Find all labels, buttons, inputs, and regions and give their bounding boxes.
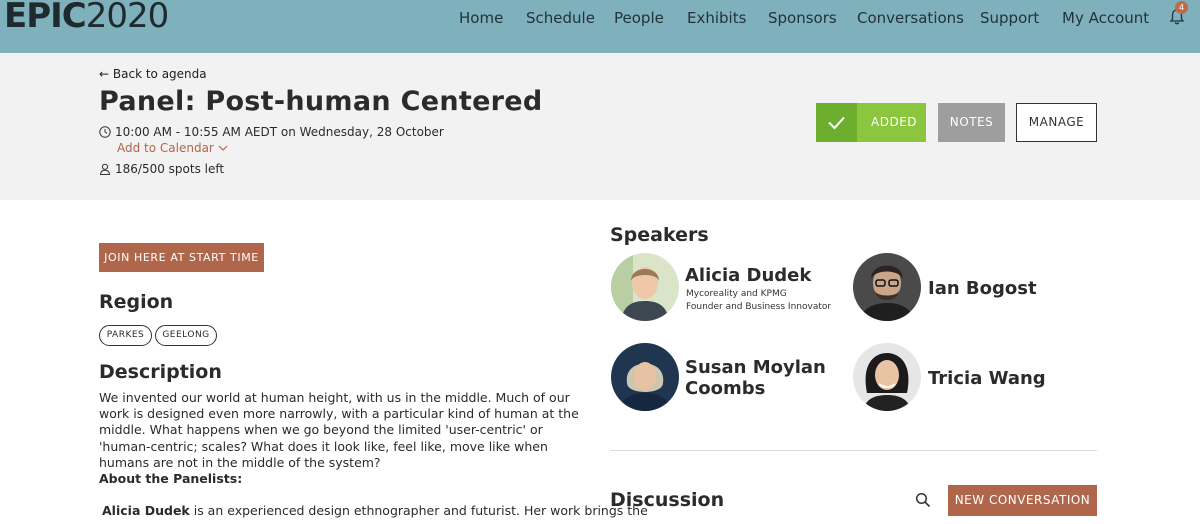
search-icon[interactable]	[915, 492, 931, 508]
notification-badge: 4	[1175, 1, 1188, 14]
top-nav-bar: EPIC2020 Home Schedule People Exhibits S…	[0, 0, 1200, 53]
speaker-name-tricia[interactable]: Tricia Wang	[928, 368, 1046, 389]
notes-button[interactable]: NOTES	[938, 103, 1005, 142]
avatar-photo-icon	[611, 343, 679, 411]
bio-text: is an experienced design ethnographer an…	[189, 503, 648, 518]
nav-home[interactable]: Home	[459, 9, 503, 27]
speaker-avatar-tricia[interactable]	[853, 343, 921, 411]
speaker-name-alicia[interactable]: Alicia Dudek	[685, 265, 811, 286]
speaker-name-ian[interactable]: Ian Bogost	[928, 278, 1037, 299]
nav-conversations[interactable]: Conversations	[857, 9, 964, 27]
speaker-avatar-susan[interactable]	[611, 343, 679, 411]
speaker-subtitle-1: Mycoreality and KPMG	[686, 289, 787, 299]
nav-my-account[interactable]: My Account	[1062, 9, 1149, 27]
speaker-subtitle-2: Founder and Business Innovator	[686, 302, 832, 312]
added-check-area	[816, 103, 857, 142]
added-button[interactable]: ADDED	[816, 103, 926, 142]
checkmark-icon	[828, 116, 845, 130]
avatar-photo-icon	[853, 253, 921, 321]
nav-exhibits[interactable]: Exhibits	[687, 9, 746, 27]
page-title: Panel: Post-human Centered	[99, 86, 543, 117]
speaker-name-susan[interactable]: Susan Moylan Coombs	[685, 357, 826, 399]
nav-support[interactable]: Support	[980, 9, 1039, 27]
back-to-agenda-link[interactable]: ← Back to agenda	[99, 67, 207, 81]
speaker-name-line-2: Coombs	[685, 378, 766, 399]
event-time: 10:00 AM - 10:55 AM AEDT on Wednesday, 2…	[99, 125, 444, 139]
add-to-calendar-label: Add to Calendar	[117, 141, 214, 155]
speakers-heading: Speakers	[610, 224, 709, 246]
event-time-text: 10:00 AM - 10:55 AM AEDT on Wednesday, 2…	[115, 125, 444, 139]
about-panelists-heading: About the Panelists:	[99, 471, 243, 486]
spots-left: 186/500 spots left	[99, 162, 224, 176]
avatar-photo-icon	[611, 253, 679, 321]
clock-icon	[99, 126, 111, 138]
discussion-heading: Discussion	[610, 489, 725, 511]
region-tag-parkes[interactable]: PARKES	[99, 325, 152, 346]
region-tag-geelong[interactable]: GEELONG	[155, 325, 217, 346]
logo-light-text: 2020	[85, 0, 170, 36]
manage-button[interactable]: MANAGE	[1016, 103, 1097, 142]
description-text: We invented our world at human height, w…	[99, 390, 579, 470]
back-link-label: Back to agenda	[112, 67, 207, 81]
panelist-bio: Alicia Dudek is an experienced design et…	[102, 503, 648, 519]
new-conversation-button[interactable]: NEW CONVERSATION	[948, 485, 1097, 516]
description-heading: Description	[99, 361, 222, 383]
chevron-down-icon	[218, 145, 228, 151]
join-button[interactable]: JOIN HERE AT START TIME	[99, 243, 264, 272]
logo-bold-text: EPIC	[4, 0, 87, 36]
speaker-name-line-1: Susan Moylan	[685, 357, 826, 378]
avatar-photo-icon	[853, 343, 921, 411]
add-to-calendar-link[interactable]: Add to Calendar	[117, 141, 228, 155]
region-heading: Region	[99, 291, 174, 313]
epic-logo[interactable]: EPIC2020	[4, 0, 170, 36]
added-label: ADDED	[871, 115, 918, 129]
bio-name: Alicia Dudek	[102, 503, 190, 518]
arrow-left-icon: ←	[99, 67, 110, 81]
person-icon	[99, 163, 111, 175]
nav-sponsors[interactable]: Sponsors	[768, 9, 837, 27]
nav-people[interactable]: People	[614, 9, 664, 27]
nav-schedule[interactable]: Schedule	[526, 9, 595, 27]
section-divider	[610, 450, 1097, 451]
speaker-avatar-ian[interactable]	[853, 253, 921, 321]
spots-left-text: 186/500 spots left	[115, 162, 225, 176]
speaker-avatar-alicia[interactable]	[611, 253, 679, 321]
